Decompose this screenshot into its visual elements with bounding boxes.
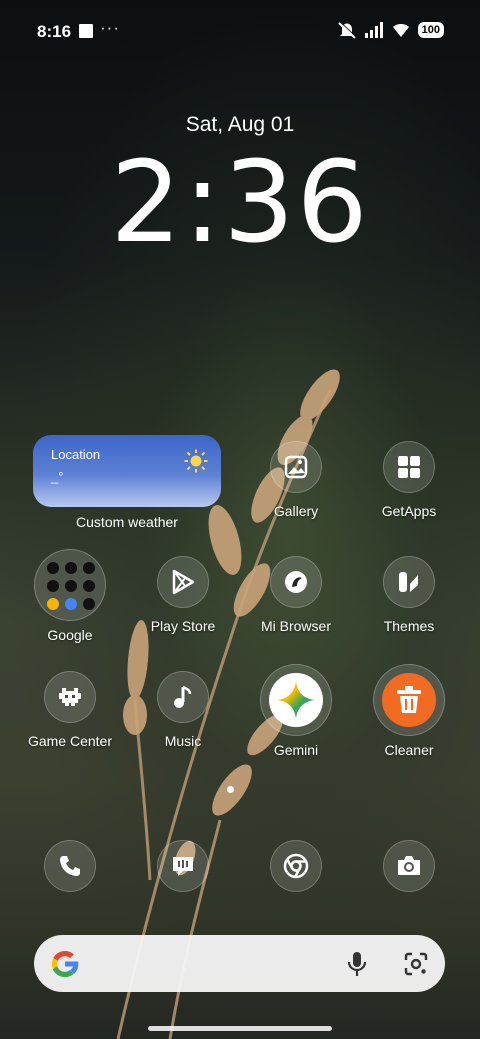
app-label-gallery: Gallery — [273, 503, 319, 519]
cleaner-icon — [373, 664, 445, 736]
app-mi-browser[interactable]: Mi Browser — [236, 556, 356, 634]
camera-icon — [383, 840, 435, 892]
app-themes[interactable]: Themes — [349, 556, 469, 634]
getapps-icon — [383, 441, 435, 493]
battery-indicator: 100 — [417, 22, 444, 38]
app-gemini[interactable]: Gemini — [236, 664, 356, 758]
page-indicator — [227, 786, 234, 793]
gallery-icon — [270, 441, 322, 493]
app-cleaner[interactable]: Cleaner — [349, 664, 469, 758]
more-notifications-icon: ··· — [100, 18, 120, 37]
app-gallery[interactable]: Gallery — [236, 441, 356, 519]
weather-temperature: _° — [51, 469, 64, 484]
weather-widget[interactable]: Location _° — [33, 435, 221, 507]
app-label-music: Music — [164, 733, 202, 749]
status-bar: 8:16 ··· 100 — [0, 0, 480, 62]
app-label-getapps: GetApps — [381, 503, 437, 519]
folder-google[interactable]: Google — [10, 549, 130, 643]
status-icons: 100 — [337, 21, 444, 39]
app-label-play-store: Play Store — [150, 618, 216, 634]
game-center-icon — [44, 671, 96, 723]
lock-clock[interactable]: 2:36 — [0, 138, 480, 268]
chrome-icon — [270, 840, 322, 892]
messages-icon — [157, 840, 209, 892]
notification-square-icon — [79, 24, 93, 38]
mic-icon[interactable] — [347, 951, 367, 977]
lock-date: Sat, Aug 01 — [185, 113, 295, 136]
dock-camera[interactable] — [349, 840, 469, 892]
phone-icon — [44, 840, 96, 892]
themes-icon — [383, 556, 435, 608]
sun-icon — [184, 449, 208, 473]
weather-widget-label: Custom weather — [76, 514, 178, 530]
home-screen: 8:16 ··· 100 Sat, Aug 01 2:36 Location _… — [0, 0, 480, 1039]
app-label-mi-browser: Mi Browser — [260, 618, 331, 634]
app-label-cleaner: Cleaner — [384, 742, 434, 758]
app-label-game-center: Game Center — [27, 733, 113, 749]
dock-phone[interactable] — [10, 840, 130, 892]
google-g-icon — [51, 950, 79, 978]
google-search-bar[interactable] — [34, 935, 445, 992]
mi-browser-icon — [270, 556, 322, 608]
app-getapps[interactable]: GetApps — [349, 441, 469, 519]
app-music[interactable]: Music — [123, 671, 243, 749]
app-label-themes: Themes — [383, 618, 435, 634]
app-play-store[interactable]: Play Store — [123, 556, 243, 634]
navigation-handle[interactable] — [148, 1026, 332, 1031]
status-time: 8:16 — [37, 22, 72, 41]
app-game-center[interactable]: Game Center — [10, 671, 130, 749]
music-icon — [157, 671, 209, 723]
folder-google-icon — [34, 549, 106, 621]
weather-location: Location — [51, 447, 101, 462]
dock-messages[interactable] — [123, 840, 243, 892]
signal-icon — [364, 22, 383, 38]
silent-bell-icon — [337, 21, 357, 39]
play-store-icon — [157, 556, 209, 608]
app-label-google: Google — [47, 627, 93, 643]
app-label-gemini: Gemini — [273, 742, 319, 758]
dock-chrome[interactable] — [236, 840, 356, 892]
wifi-icon — [392, 24, 409, 37]
gemini-icon — [260, 664, 332, 736]
lens-icon[interactable] — [404, 952, 428, 976]
